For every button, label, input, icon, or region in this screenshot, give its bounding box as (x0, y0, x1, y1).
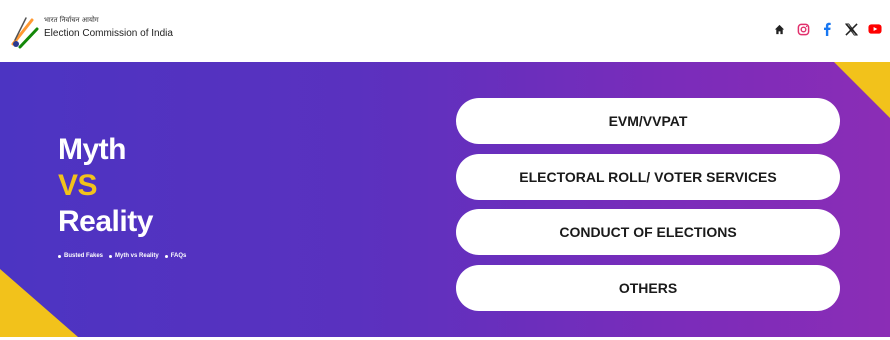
conduct-of-elections-button[interactable]: CONDUCT OF ELECTIONS (456, 209, 840, 255)
title-vs: VS (58, 169, 98, 202)
others-button[interactable]: OTHERS (456, 265, 840, 311)
evm-vvpat-button[interactable]: EVM/VVPAT (456, 98, 840, 144)
crumb-busted-fakes[interactable]: Busted Fakes (58, 253, 103, 259)
home-icon[interactable] (772, 22, 786, 36)
crumb-label: FAQs (170, 253, 187, 259)
eci-logo[interactable] (8, 10, 40, 50)
social-links (772, 22, 882, 36)
crumb-myth-vs-reality[interactable]: Myth vs Reality (109, 253, 159, 259)
facebook-icon[interactable] (820, 22, 834, 36)
bullet-dot (58, 254, 61, 258)
brand-english-name: Election Commission of India (44, 28, 173, 39)
instagram-icon[interactable] (796, 22, 810, 36)
crumb-label: Myth vs Reality (115, 253, 159, 259)
title-reality: Reality (58, 205, 153, 238)
hero-title: Myth VS Reality (58, 132, 153, 240)
title-myth: Myth (58, 133, 126, 166)
bullet-dot (164, 254, 168, 258)
electoral-roll-button[interactable]: ELECTORAL ROLL/ VOTER SERVICES (456, 154, 840, 200)
crumb-faqs[interactable]: FAQs (164, 253, 187, 259)
corner-accent-bottom-left (0, 269, 78, 337)
hero-banner: Myth VS Reality Busted Fakes Myth vs Rea… (0, 62, 890, 337)
breadcrumb: Busted Fakes Myth vs Reality FAQs (58, 253, 186, 259)
brand-hindi-name: भारत निर्वाचन आयोग (44, 16, 99, 24)
bullet-dot (109, 254, 113, 258)
site-header: भारत निर्वाचन आयोग Election Commission o… (0, 0, 890, 62)
brand-text[interactable]: भारत निर्वाचन आयोग Election Commission o… (44, 15, 173, 41)
corner-accent-top-right (834, 62, 890, 118)
crumb-label: Busted Fakes (64, 253, 104, 259)
youtube-icon[interactable] (868, 22, 882, 36)
x-icon[interactable] (844, 22, 858, 36)
